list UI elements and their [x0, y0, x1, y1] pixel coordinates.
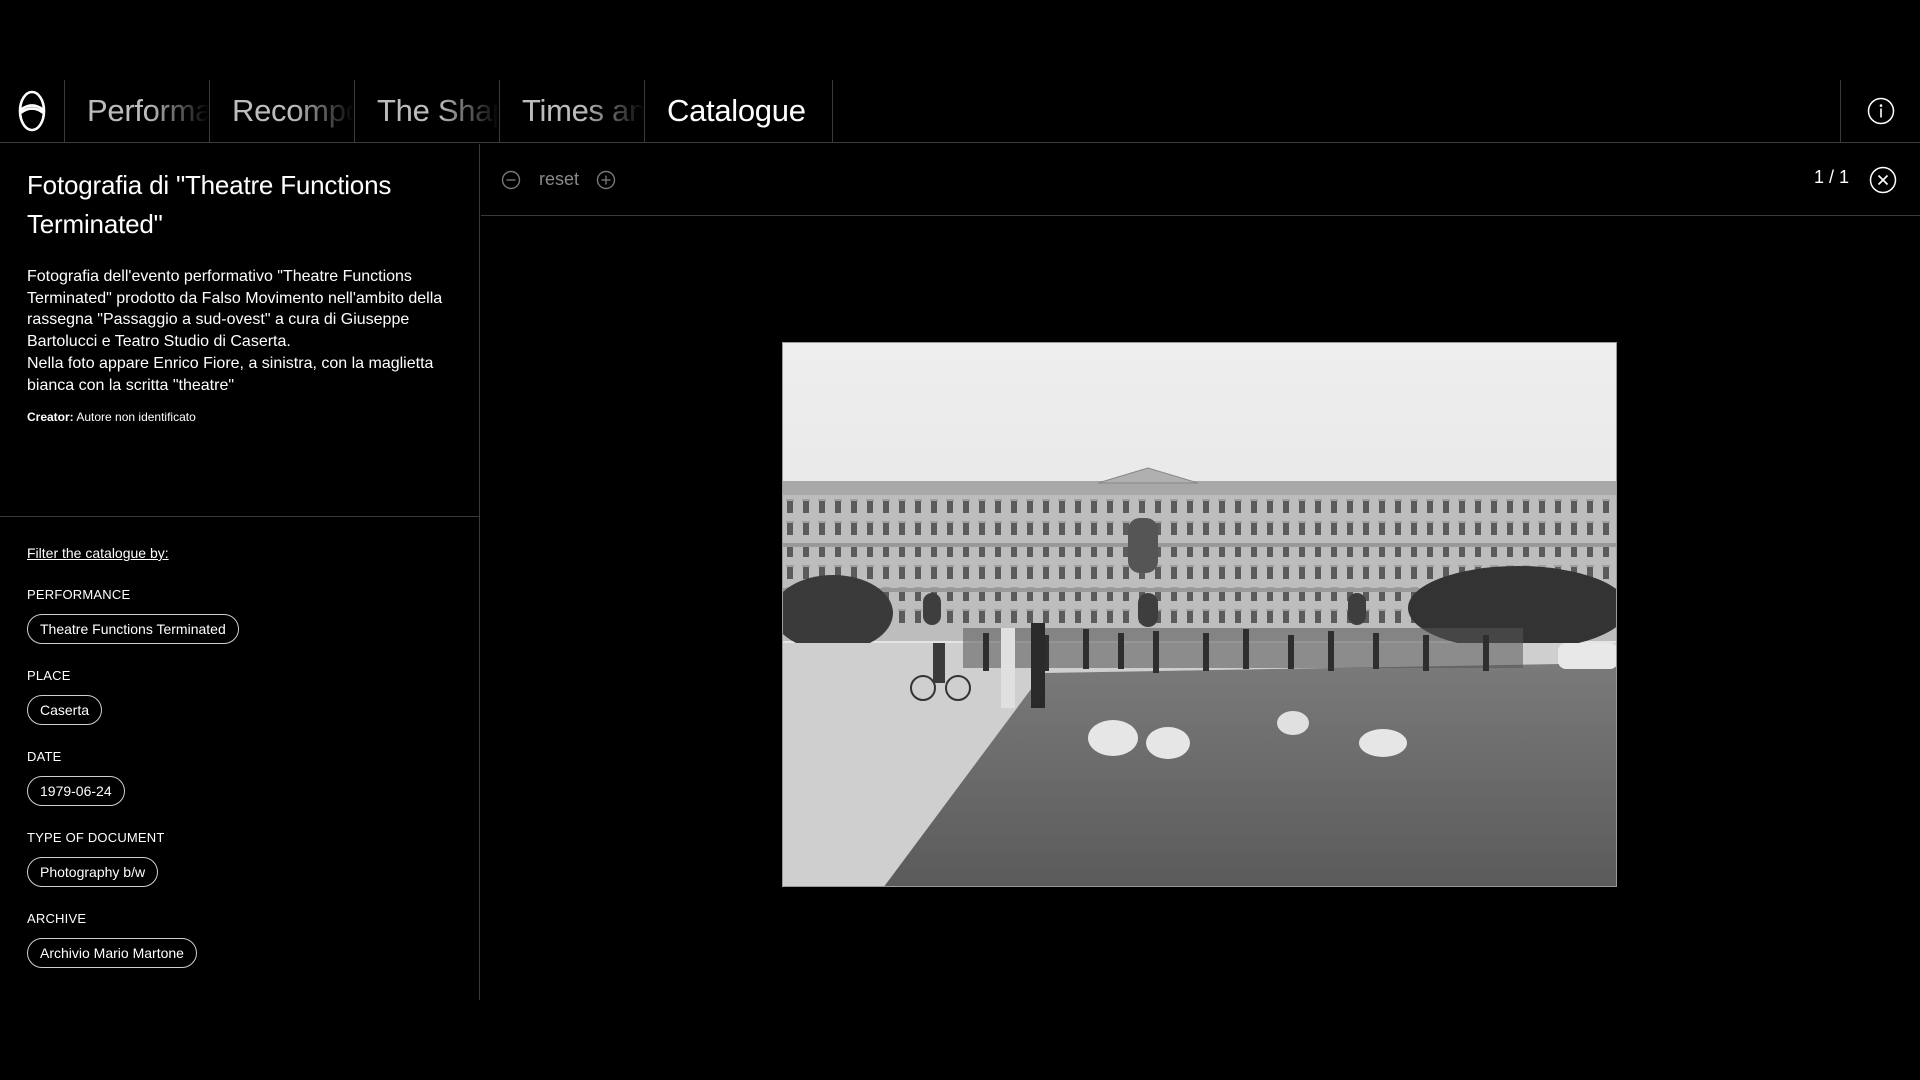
tab-label: Times and [522, 93, 645, 128]
catalogue-app: Performances Recompositions The Shape Ti… [0, 0, 1920, 1080]
filter-panel: Filter the catalogue by: PERFORMANCE The… [0, 517, 479, 968]
image-viewer: reset 1 / 1 [481, 144, 1920, 1000]
zoom-in-icon [596, 170, 616, 189]
zoom-in-button[interactable] [596, 170, 616, 190]
photo-image [783, 343, 1616, 886]
viewer-toolbar: reset 1 / 1 [481, 144, 1920, 216]
tab-recompositions[interactable]: Recompositions [210, 80, 355, 142]
tab-the-shape[interactable]: The Shape [355, 80, 500, 142]
filter-label-document-type: TYPE OF DOCUMENT [27, 830, 165, 845]
item-detail: Fotografia di "Theatre Functions Termina… [0, 144, 479, 517]
description-text: Nella foto appare Enrico Fiore, a sinist… [27, 354, 434, 394]
filter-label-date: DATE [27, 749, 62, 764]
tab-label: The Shape [377, 93, 499, 128]
reset-zoom-button[interactable]: reset [539, 169, 579, 190]
info-icon [1867, 97, 1894, 125]
zoom-out-button[interactable] [501, 170, 521, 190]
page-counter: 1 / 1 [1814, 167, 1850, 187]
info-button[interactable] [1840, 80, 1920, 142]
filter-chip-performance[interactable]: Theatre Functions Terminated [27, 614, 239, 644]
filter-title-link[interactable]: Filter the catalogue by: [27, 545, 169, 561]
item-description: Fotografia dell'evento performativo "The… [27, 266, 457, 396]
item-title: Fotografia di "Theatre Functions Termina… [27, 170, 392, 239]
filter-chip-archive[interactable]: Archivio Mario Martone [27, 938, 197, 968]
filter-label-place: PLACE [27, 668, 71, 683]
close-viewer-button[interactable] [1869, 166, 1897, 194]
description-text: Fotografia dell'evento performativo "The… [27, 268, 443, 351]
filter-label-archive: ARCHIVE [27, 911, 87, 926]
creator-value: Autore non identificato [76, 410, 196, 425]
creator-line: Creator: Autore non identificato [27, 410, 452, 424]
logo-button[interactable] [0, 80, 65, 142]
close-icon [1869, 166, 1897, 194]
zoom-out-icon [501, 170, 521, 189]
tab-label: Catalogue [667, 93, 806, 128]
filter-chip-document-type[interactable]: Photography b/w [27, 857, 159, 887]
tab-performances[interactable]: Performances [65, 80, 210, 142]
filter-label-performance: PERFORMANCE [27, 587, 131, 602]
catalogue-photograph[interactable] [782, 342, 1617, 887]
loop-logo-icon [18, 90, 46, 132]
top-navigation: Performances Recompositions The Shape Ti… [0, 80, 1920, 143]
tab-catalogue[interactable]: Catalogue [645, 80, 833, 142]
tab-label: Performances [87, 93, 209, 128]
tab-times[interactable]: Times and [500, 80, 645, 142]
tab-label: Recompositions [232, 93, 355, 128]
filter-chip-date[interactable]: 1979-06-24 [27, 776, 125, 806]
creator-label: Creator: [27, 410, 74, 425]
filter-chip-place[interactable]: Caserta [27, 695, 103, 725]
left-panel: Fotografia di "Theatre Functions Termina… [0, 144, 480, 1000]
